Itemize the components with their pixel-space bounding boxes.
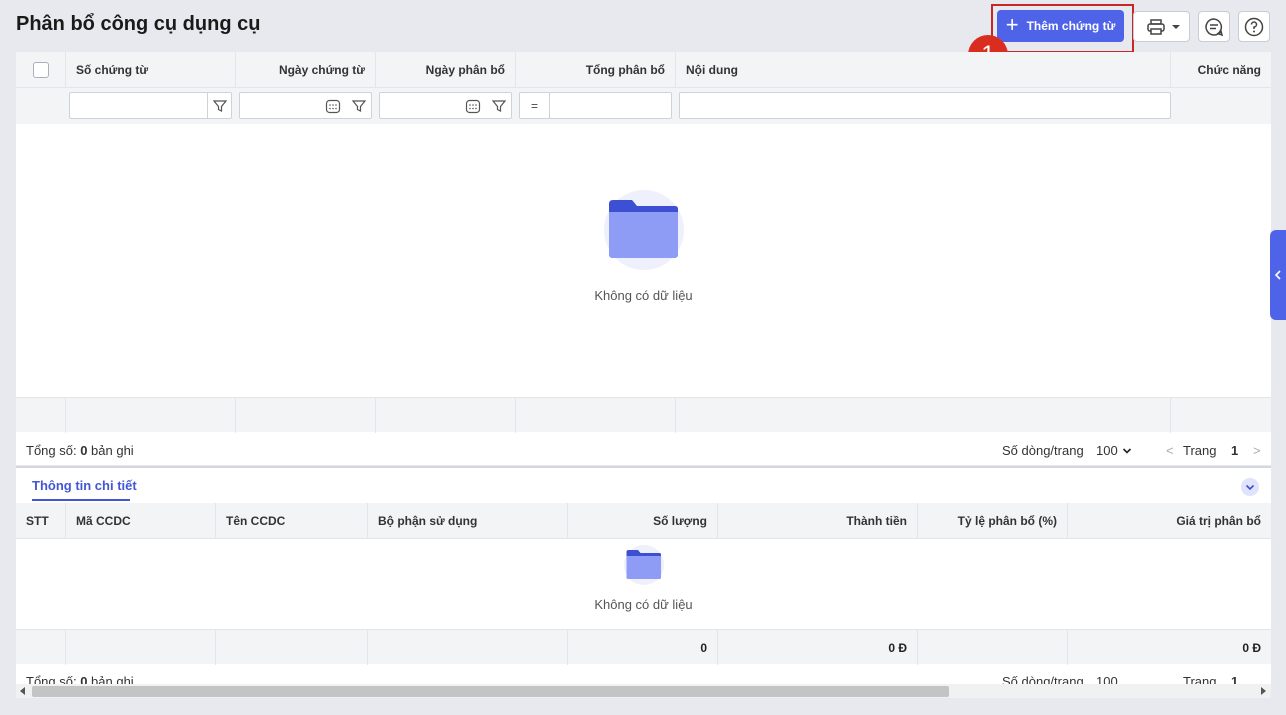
page-title: Phân bổ công cụ dụng cụ <box>16 13 261 35</box>
select-all-checkbox[interactable] <box>32 62 49 78</box>
col-voucher-no[interactable]: Số chứng từ <box>66 52 236 88</box>
chevron-down-icon <box>1122 447 1131 454</box>
help-icon <box>1244 17 1264 36</box>
empty-text: Không có dữ liệu <box>594 288 693 303</box>
operator-select[interactable]: = <box>519 92 550 119</box>
summary-cell <box>216 630 368 665</box>
summary-cell <box>66 630 216 665</box>
col-voucher-date[interactable]: Ngày chứng từ <box>236 52 376 88</box>
page-label: Trang <box>1183 674 1217 684</box>
detail-summary-row: 0 0 Đ 0 Đ <box>16 629 1271 665</box>
detail-grid-header: STT Mã CCDC Tên CCDC Bộ phận sử dụng Số … <box>16 503 1271 539</box>
page-label: Trang <box>1183 443 1217 458</box>
detail-panel: Thông tin chi tiết STT Mã CCDC Tên CCDC … <box>16 468 1271 684</box>
print-button[interactable] <box>1133 11 1190 42</box>
main-grid-header: Số chứng từ Ngày chứng từ Ngày phân bổ T… <box>16 52 1271 88</box>
calendar-icon[interactable] <box>321 93 345 118</box>
rows-per-page-value[interactable]: 100 <box>1096 674 1118 684</box>
empty-state: Không có dữ liệu <box>16 190 1271 303</box>
select-all-cell <box>16 52 66 88</box>
filter-icon[interactable] <box>347 93 371 118</box>
record-count-suffix: bản ghi <box>87 443 134 458</box>
record-count: Tổng số: 0 bản ghi <box>26 674 134 684</box>
summary-cell <box>368 630 568 665</box>
summary-cell <box>16 398 66 433</box>
help-button[interactable] <box>1238 11 1270 42</box>
col-department[interactable]: Bộ phận sử dụng <box>368 503 568 539</box>
filter-icon[interactable] <box>487 93 511 118</box>
record-count-prefix: Tổng số: <box>26 443 81 458</box>
summary-cell <box>236 398 376 433</box>
allocation-date-filter[interactable] <box>379 92 512 119</box>
rows-per-page-value: 100 <box>1096 443 1118 458</box>
detail-empty-state: Không có dữ liệu <box>16 545 1271 612</box>
voucher-date-filter[interactable] <box>239 92 372 119</box>
caret-down-icon <box>1172 25 1180 29</box>
chevron-left-icon <box>1274 270 1281 280</box>
calendar-icon[interactable] <box>461 93 485 118</box>
content-filter[interactable] <box>679 92 1171 119</box>
chat-icon <box>1205 17 1224 36</box>
scroll-right-icon[interactable] <box>1259 687 1267 695</box>
record-count-prefix: Tổng số: <box>26 674 81 684</box>
tab-detail-info[interactable]: Thông tin chi tiết <box>32 478 137 493</box>
summary-quantity: 0 <box>568 630 718 665</box>
record-count: Tổng số: 0 bản ghi <box>26 443 134 458</box>
scroll-left-icon[interactable] <box>19 687 27 695</box>
col-actions: Chức năng <box>1197 63 1261 77</box>
tab-underline <box>32 499 130 501</box>
comment-button[interactable] <box>1198 11 1230 42</box>
empty-folder-icon <box>623 545 664 585</box>
total-allocation-filter[interactable] <box>549 92 672 119</box>
summary-cell <box>16 630 66 665</box>
highlight-box <box>991 4 1134 53</box>
empty-text: Không có dữ liệu <box>594 597 693 612</box>
col-quantity[interactable]: Số lượng <box>568 503 718 539</box>
collapse-button[interactable] <box>1241 478 1259 496</box>
main-pagination: Tổng số: 0 bản ghi Số dòng/trang 100 < T… <box>16 433 1271 469</box>
col-allocation-rate[interactable]: Tỷ lệ phân bổ (%) <box>918 503 1068 539</box>
col-stt[interactable]: STT <box>16 503 66 539</box>
summary-cell <box>676 398 1171 433</box>
col-allocated-value[interactable]: Giá trị phân bổ <box>1068 503 1271 539</box>
side-panel-toggle[interactable] <box>1270 230 1286 320</box>
page-number[interactable]: 1 <box>1231 674 1238 684</box>
col-content[interactable]: Nội dung <box>676 52 1171 88</box>
col-total-allocation[interactable]: Tổng phân bổ <box>516 52 676 88</box>
col-tool-name[interactable]: Tên CCDC <box>216 503 368 539</box>
col-amount[interactable]: Thành tiền <box>718 503 918 539</box>
voucher-no-filter[interactable] <box>69 92 232 119</box>
print-icon <box>1146 18 1165 35</box>
summary-cell <box>66 398 236 433</box>
summary-cell <box>918 630 1068 665</box>
filter-row: = <box>16 88 1271 124</box>
record-count-suffix: bản ghi <box>87 674 134 684</box>
summary-amount: 0 Đ <box>718 630 918 665</box>
prev-page-button[interactable]: < <box>1166 443 1174 458</box>
rows-per-page-select[interactable]: 100 <box>1096 443 1132 458</box>
scrollbar-thumb[interactable] <box>32 686 949 697</box>
main-summary-row <box>16 397 1271 433</box>
summary-cell <box>376 398 516 433</box>
col-allocation-date[interactable]: Ngày phân bổ <box>376 52 516 88</box>
main-grid: Số chứng từ Ngày chứng từ Ngày phân bổ T… <box>16 52 1271 465</box>
rows-per-page-label: Số dòng/trang <box>1002 674 1084 684</box>
rows-per-page-label: Số dòng/trang <box>1002 443 1084 458</box>
filter-icon[interactable] <box>207 93 231 118</box>
summary-allocated-value: 0 Đ <box>1242 640 1261 655</box>
detail-pagination: Tổng số: 0 bản ghi Số dòng/trang 100 Tra… <box>16 664 1271 684</box>
next-page-button[interactable]: > <box>1253 443 1261 458</box>
summary-cell <box>516 398 676 433</box>
col-tool-code[interactable]: Mã CCDC <box>66 503 216 539</box>
chevron-down-icon <box>1245 484 1255 491</box>
empty-folder-icon <box>603 190 684 270</box>
page-number[interactable]: 1 <box>1231 443 1238 458</box>
